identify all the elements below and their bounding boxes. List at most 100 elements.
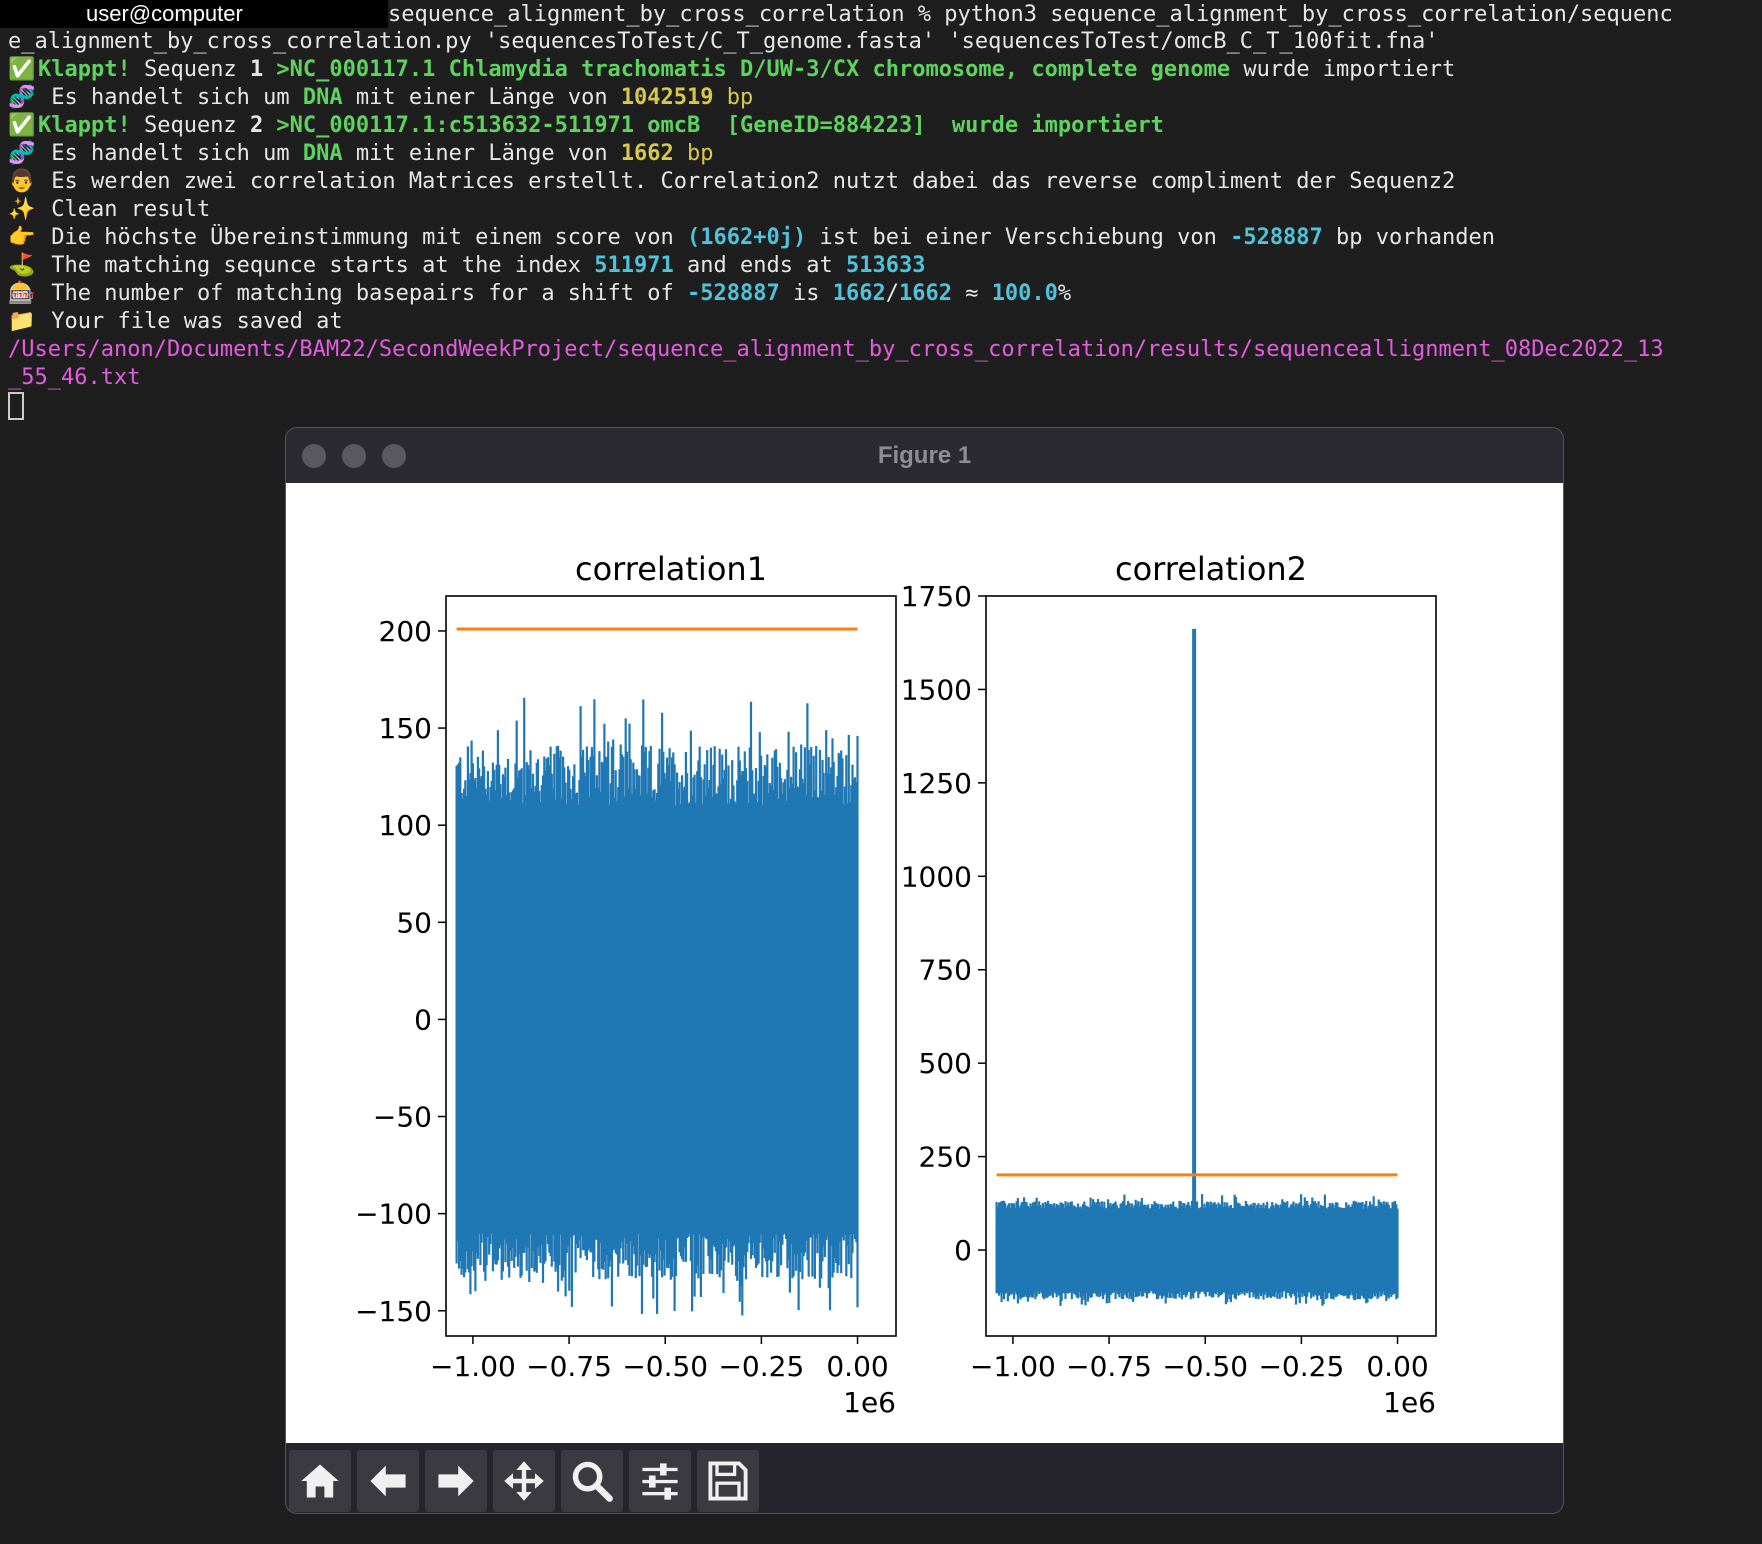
x-tick-label: −0.50 — [622, 1350, 708, 1383]
series-noise-peaks — [455, 697, 859, 1316]
saved-path-1[interactable]: /Users/anon/Documents/BAM22/SecondWeekPr… — [0, 336, 1762, 364]
bp-unit: bp — [673, 141, 714, 166]
percent-sign: % — [1057, 281, 1072, 306]
length-text: Es handelt sich um — [38, 141, 303, 166]
x-tick-label: 0.00 — [826, 1350, 888, 1383]
flag-icon: ⛳ — [8, 253, 36, 278]
sequence-length: 1042519 — [620, 85, 714, 110]
success-label: Klappt! — [38, 113, 131, 138]
back-button[interactable] — [357, 1450, 419, 1512]
shift-text: ist bei einer Verschiebung von — [806, 225, 1231, 250]
start-index: 511971 — [594, 253, 674, 278]
length-text-mid: mit einer Länge von — [342, 85, 621, 110]
is-text: is — [779, 281, 833, 306]
clean-text: Clean result — [38, 197, 211, 222]
y-tick-label: 0 — [414, 1003, 432, 1036]
x-tick-label: −0.75 — [1066, 1350, 1152, 1383]
y-tick-label: −100 — [355, 1198, 432, 1231]
ends-text: and ends at — [673, 253, 846, 278]
plots-svg: correlation1−1.00 −0.75 −0.50 −0.25 0.001e62… — [355, 550, 1437, 1419]
y-tick-label: 200 — [379, 615, 432, 648]
home-button[interactable] — [289, 1450, 351, 1512]
figure-toolbar — [286, 1443, 1563, 1513]
command-text-2: e_alignment_by_cross_correlation.py 'seq… — [8, 29, 1439, 54]
sequence-word: Sequenz — [130, 57, 250, 82]
dna-label: DNA — [302, 85, 343, 110]
x-tick-label: −0.25 — [1258, 1350, 1344, 1383]
shift-value: -528887 — [1230, 225, 1323, 250]
saved-text: Your file was saved at — [38, 309, 343, 334]
output-line-score: 👉 Die höchste Übereinstimmung mit einem … — [0, 224, 1762, 252]
saved-path-2[interactable]: _55_46.txt — [0, 364, 1762, 392]
y-tick-label: 100 — [379, 809, 432, 842]
terminal-output: user@computer sequence_alignment_by_cross… — [0, 0, 1762, 420]
percent-value: 100.0 — [991, 281, 1058, 306]
sequence-number: 1 — [249, 57, 264, 82]
sequence-word: Sequenz — [130, 113, 250, 138]
command-line-wrap: e_alignment_by_cross_correlation.py 'seq… — [0, 28, 1762, 56]
x-tick-label: −1.00 — [970, 1350, 1056, 1383]
y-tick-label: −50 — [373, 1101, 432, 1134]
text-cursor — [8, 392, 24, 420]
x-tick-label: 0.00 — [1366, 1350, 1428, 1383]
x-tick-label: −1.00 — [430, 1350, 516, 1383]
check-mark-icon: ✅ — [8, 57, 36, 82]
x-tick-label: −0.25 — [718, 1350, 804, 1383]
success-label: Klappt! — [38, 57, 131, 82]
matrices-text: Es werden zwei correlation Matrices erst… — [38, 169, 1456, 194]
end-index: 513633 — [845, 253, 926, 278]
pan-button[interactable] — [493, 1450, 555, 1512]
prompt-line[interactable] — [0, 392, 1762, 420]
output-line-length2: 🧬 Es handelt sich um DNA mit einer Länge… — [0, 140, 1762, 168]
plot-canvas[interactable]: correlation1 −1.00 −0.75 −0.50 −0.25 0.00 1e6 2… — [286, 483, 1563, 1443]
y-tick-label: 50 — [396, 906, 432, 939]
index-text: The matching sequnce starts at the index — [38, 253, 595, 278]
output-line-index: ⛳ The matching sequnce starts at the ind… — [0, 252, 1762, 280]
y-tick-label: 1500 — [901, 673, 972, 706]
y-tick-label: −150 — [355, 1295, 432, 1328]
output-line-clean: ✨ Clean result — [0, 196, 1762, 224]
person-icon: 👨 — [8, 169, 36, 194]
total-count: 1662 — [898, 281, 952, 306]
pointing-hand-icon: 👉 — [8, 225, 36, 250]
save-button[interactable] — [697, 1450, 759, 1512]
zoom-button[interactable] — [561, 1450, 623, 1512]
y-tick-label: 750 — [919, 954, 972, 987]
check-mark-icon: ✅ — [8, 113, 36, 138]
output-line-length1: 🧬 Es handelt sich um DNA mit einer Länge… — [0, 84, 1762, 112]
y-tick-label: 1750 — [901, 580, 972, 613]
basepairs-text: The number of matching basepairs for a s… — [38, 281, 688, 306]
move-icon — [504, 1461, 544, 1501]
user-label: user@computer — [0, 0, 388, 28]
chart-title: correlation1 — [575, 550, 767, 588]
sequence-length: 1662 — [620, 141, 674, 166]
shift-value: -528887 — [687, 281, 780, 306]
sequence-name: >NC_000117.1 Chlamydia trachomatis D/UW-… — [263, 57, 1231, 82]
magnifier-icon — [572, 1461, 613, 1502]
sliders-icon — [642, 1463, 678, 1500]
window-titlebar[interactable]: Figure 1 — [286, 428, 1563, 483]
x-offset-label: 1e6 — [843, 1386, 896, 1419]
bp-text: bp vorhanden — [1322, 225, 1495, 250]
dna-icon: 🧬 — [8, 141, 36, 166]
window-title: Figure 1 — [877, 442, 972, 469]
series-noise-peaks — [995, 1194, 1399, 1306]
output-line-saved: 📁 Your file was saved at — [0, 308, 1762, 336]
sparkles-icon: ✨ — [8, 197, 36, 222]
configure-button[interactable] — [629, 1450, 691, 1512]
arrow-left-icon — [370, 1465, 406, 1497]
slash: / — [885, 281, 899, 306]
sequence-number: 2 — [249, 113, 264, 138]
sequence-name: >NC_000117.1:c513632-511971 omcB [GeneID… — [263, 113, 1164, 138]
forward-button[interactable] — [425, 1450, 487, 1512]
command-text-1: sequence_alignment_by_cross_correlation … — [388, 2, 1673, 27]
slot-machine-icon: 🎰 — [8, 281, 36, 306]
x-offset-label: 1e6 — [1383, 1386, 1436, 1419]
output-line-basepairs: 🎰 The number of matching basepairs for a… — [0, 280, 1762, 308]
arrow-right-icon — [438, 1465, 474, 1497]
chart-title: correlation2 — [1115, 550, 1307, 588]
figure-window[interactable]: Figure 1 correlation1 −1.00 −0.75 −0.50 −0.2… — [285, 427, 1564, 1514]
approx: ≈ — [951, 281, 992, 306]
y-tick-label: 250 — [919, 1141, 972, 1174]
output-line-seq1: ✅ Klappt! Sequenz 1 >NC_000117.1 Chlamydi… — [0, 56, 1762, 84]
